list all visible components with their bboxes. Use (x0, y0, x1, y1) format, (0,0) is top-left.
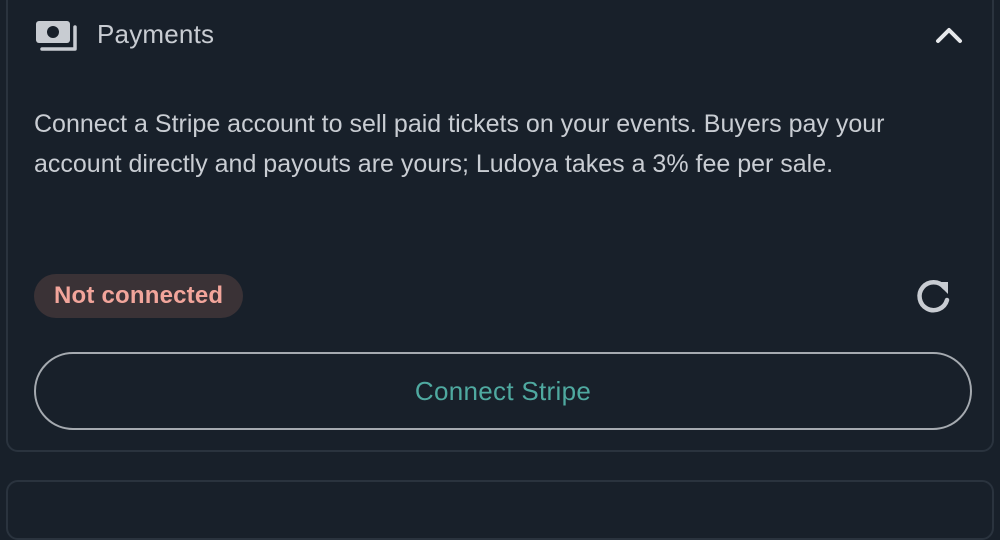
payments-panel: Payments Connect a Stripe account to sel… (6, 0, 994, 452)
status-badge: Not connected (34, 274, 244, 318)
payments-description: Connect a Stripe account to sell paid ti… (34, 110, 885, 178)
payments-panel-header[interactable]: Payments (8, 2, 992, 66)
payments-icon (34, 18, 80, 54)
refresh-icon[interactable] (912, 274, 956, 318)
panel-title: Payments (97, 19, 215, 49)
next-panel (6, 480, 994, 540)
connect-stripe-button[interactable]: Connect Stripe (34, 352, 972, 430)
chevron-up-icon[interactable] (934, 24, 964, 46)
